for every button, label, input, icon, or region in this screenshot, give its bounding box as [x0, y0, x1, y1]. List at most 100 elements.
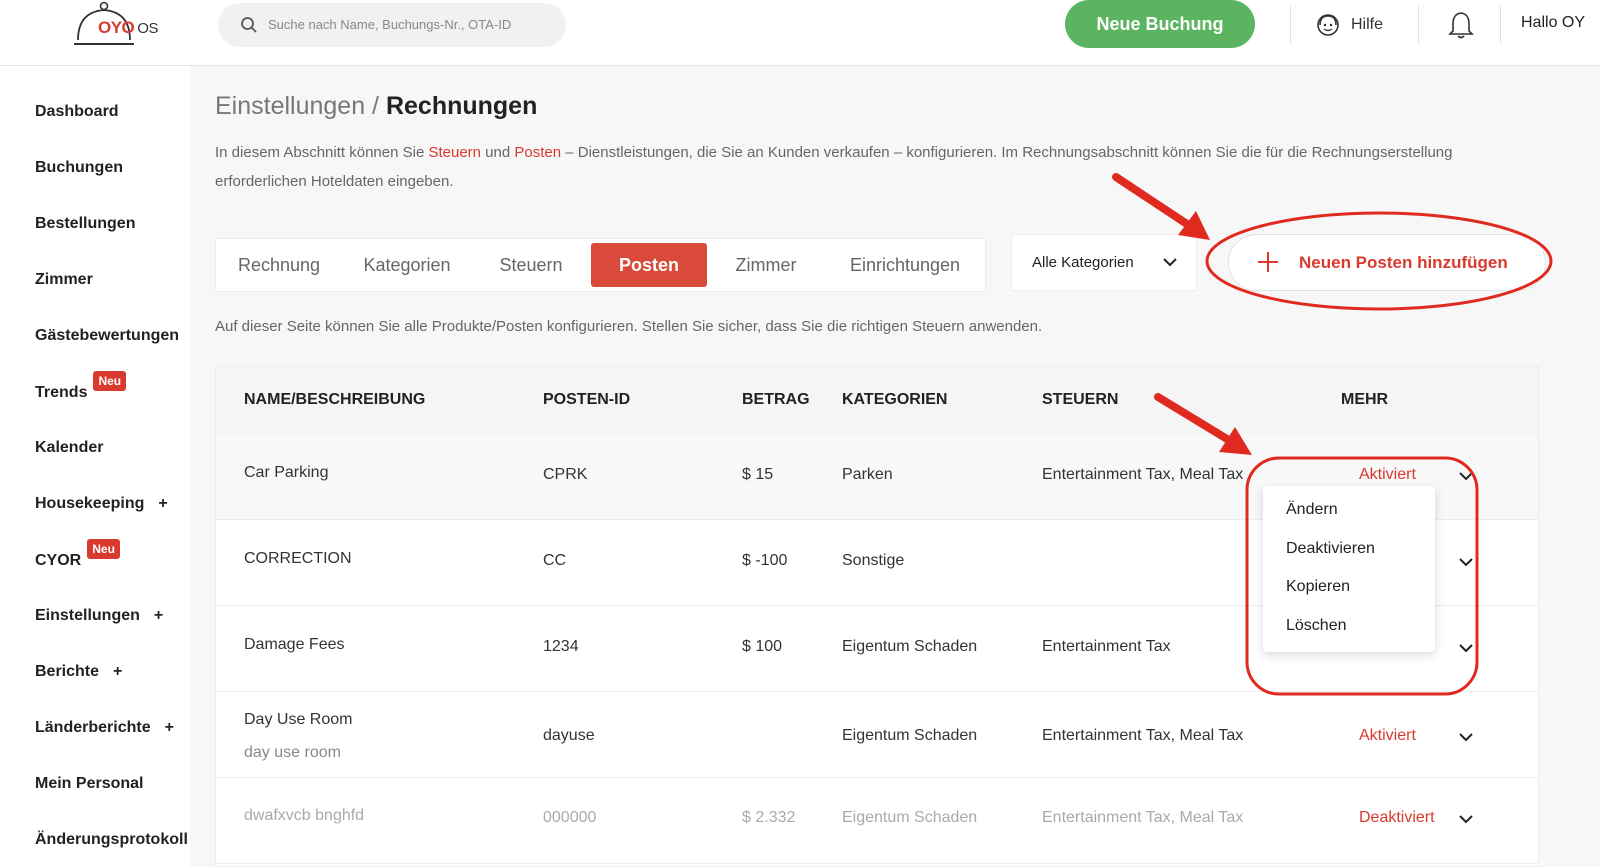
chevron-down-icon[interactable]	[1458, 729, 1474, 745]
row-actions-menu: Ändern Deaktivieren Kopieren Löschen	[1263, 486, 1435, 652]
breadcrumb: Einstellungen / Rechnungen	[215, 92, 537, 121]
sidebar-item-orders[interactable]: Bestellungen	[35, 215, 135, 233]
tab-categories[interactable]: Kategorien	[344, 243, 470, 287]
add-item-label: Neuen Posten hinzufügen	[1299, 253, 1508, 272]
header-amount: BETRAG	[742, 391, 810, 408]
header-taxes: STEUERN	[1042, 391, 1119, 408]
page-note: Auf dieser Seite können Sie alle Produkt…	[215, 318, 1043, 335]
main-content: Einstellungen / Rechnungen In diesem Abs…	[190, 66, 1600, 867]
divider	[1500, 6, 1501, 44]
item-taxes: Entertainment Tax, Meal Tax	[1042, 466, 1244, 483]
sidebar-item-my-staff[interactable]: Mein Personal	[35, 775, 143, 793]
tab-rooms[interactable]: Zimmer	[716, 243, 816, 287]
search-icon	[241, 17, 257, 33]
support-agent-icon	[1317, 14, 1339, 36]
chevron-down-icon[interactable]	[1458, 468, 1474, 484]
item-name: dwafxvcb bnghfd	[244, 807, 365, 824]
chevron-down-icon[interactable]	[1458, 811, 1474, 827]
item-id: dayuse	[543, 727, 595, 744]
category-select[interactable]: Alle Kategorien	[1011, 234, 1197, 291]
divider	[1290, 6, 1291, 44]
sidebar-item-changelog[interactable]: Änderungsprotokoll	[35, 831, 188, 849]
status-label[interactable]: Aktiviert	[1359, 727, 1416, 745]
category-select-value: Alle Kategorien	[1032, 254, 1134, 271]
plus-icon	[1258, 252, 1278, 272]
new-badge: Neu	[93, 371, 127, 391]
header-item-id: POSTEN-ID	[543, 391, 631, 408]
item-id: CPRK	[543, 466, 588, 483]
sidebar-item-bookings[interactable]: Buchungen	[35, 159, 123, 177]
header-more: MEHR	[1341, 391, 1389, 408]
expand-plus-icon: +	[153, 607, 164, 624]
chevron-down-icon[interactable]	[1458, 640, 1474, 656]
item-id: CC	[543, 552, 567, 569]
new-booking-button[interactable]: Neue Buchung	[1065, 0, 1255, 48]
expand-plus-icon: +	[158, 495, 168, 512]
menu-item-delete[interactable]: Löschen	[1286, 617, 1347, 635]
item-amount: $ 15	[742, 466, 774, 483]
table-header: NAME/BESCHREIBUNG POSTEN-ID BETRAG KATEG…	[216, 367, 1538, 434]
sidebar-item-dashboard[interactable]: Dashboard	[35, 103, 119, 121]
page-title: Rechnungen	[385, 92, 538, 120]
search-placeholder: Suche nach Name, Buchungs-Nr., OTA-ID	[268, 17, 512, 32]
sidebar-item-calendar[interactable]: Kalender	[35, 439, 103, 457]
menu-item-copy[interactable]: Kopieren	[1286, 578, 1350, 596]
tab-taxes[interactable]: Steuern	[478, 243, 584, 287]
expand-plus-icon: +	[113, 663, 123, 680]
sidebar-item-housekeeping[interactable]: Housekeeping +	[35, 495, 168, 513]
item-taxes: Entertainment Tax	[1042, 638, 1171, 655]
item-category: Eigentum Schaden	[842, 727, 978, 744]
user-greeting[interactable]: Hallo OY	[1521, 14, 1585, 32]
menu-item-deactivate[interactable]: Deaktivieren	[1286, 540, 1375, 558]
item-category: Eigentum Schaden	[842, 809, 978, 826]
status-label[interactable]: Deaktiviert	[1359, 809, 1435, 827]
item-amount: $ -100	[742, 552, 788, 569]
oyo-logo[interactable]: OYO OS	[74, 0, 174, 50]
tab-items[interactable]: Posten	[591, 243, 707, 287]
tab-facilities[interactable]: Einrichtungen	[830, 243, 980, 287]
item-name: Damage Fees	[244, 636, 345, 653]
help-button[interactable]: Hilfe	[1315, 10, 1383, 40]
search-input[interactable]: Suche nach Name, Buchungs-Nr., OTA-ID	[218, 3, 566, 47]
breadcrumb-parent[interactable]: Einstellungen /	[215, 92, 386, 120]
item-name: CORRECTION	[244, 550, 352, 567]
header-name: NAME/BESCHREIBUNG	[244, 391, 426, 408]
help-label: Hilfe	[1351, 16, 1384, 33]
item-category: Parken	[842, 466, 893, 483]
item-name: Day Use Room	[244, 711, 353, 728]
sidebar-item-rooms[interactable]: Zimmer	[35, 271, 93, 289]
bell-icon[interactable]	[1448, 10, 1474, 40]
menu-item-edit[interactable]: Ändern	[1286, 501, 1338, 519]
sidebar-item-settings[interactable]: Einstellungen +	[35, 607, 163, 625]
intro-text: In diesem Abschnitt können Sie Steuern u…	[215, 144, 1453, 190]
add-item-button[interactable]: Neuen Posten hinzufügen	[1228, 234, 1546, 291]
chevron-down-icon[interactable]	[1458, 554, 1474, 570]
sidebar-item-trends[interactable]: Trends Neu	[35, 371, 127, 403]
sidebar: Dashboard Buchungen Bestellungen Zimmer …	[0, 66, 190, 867]
divider	[1418, 6, 1419, 44]
sidebar-item-country-reports[interactable]: Länderberichte +	[35, 719, 174, 737]
item-amount: $ 2.332	[742, 809, 796, 826]
sidebar-item-guest-reviews[interactable]: Gästebewertungen	[35, 327, 179, 345]
taxes-link[interactable]: Steuern	[428, 144, 481, 161]
top-bar: OYO OS Suche nach Name, Buchungs-Nr., OTA…	[0, 0, 1600, 66]
sidebar-item-reports[interactable]: Berichte +	[35, 663, 122, 681]
table-row: Day Use Room day use room dayuse Eigentu…	[216, 692, 1538, 778]
items-link[interactable]: Posten	[514, 144, 561, 161]
item-taxes: Entertainment Tax, Meal Tax	[1042, 809, 1244, 826]
sidebar-item-cyor[interactable]: CYOR Neu	[35, 539, 120, 571]
item-id: 1234	[543, 638, 579, 655]
item-amount: $ 100	[742, 638, 783, 655]
tab-invoice[interactable]: Rechnung	[220, 243, 338, 287]
expand-plus-icon: +	[164, 719, 174, 736]
item-description: day use room	[244, 744, 341, 761]
settings-tabs: Rechnung Kategorien Steuern Posten Zimme…	[215, 238, 986, 292]
chevron-down-icon	[1163, 258, 1177, 267]
status-label[interactable]: Aktiviert	[1359, 466, 1416, 484]
item-category: Eigentum Schaden	[842, 638, 978, 655]
item-category: Sonstige	[842, 552, 905, 569]
logo-text: OYO OS	[98, 18, 158, 37]
header-categories: KATEGORIEN	[842, 391, 948, 408]
table-row: dwafxvcb bnghfd 000000 $ 2.332 Eigentum …	[216, 778, 1538, 864]
item-id: 000000	[543, 809, 597, 826]
